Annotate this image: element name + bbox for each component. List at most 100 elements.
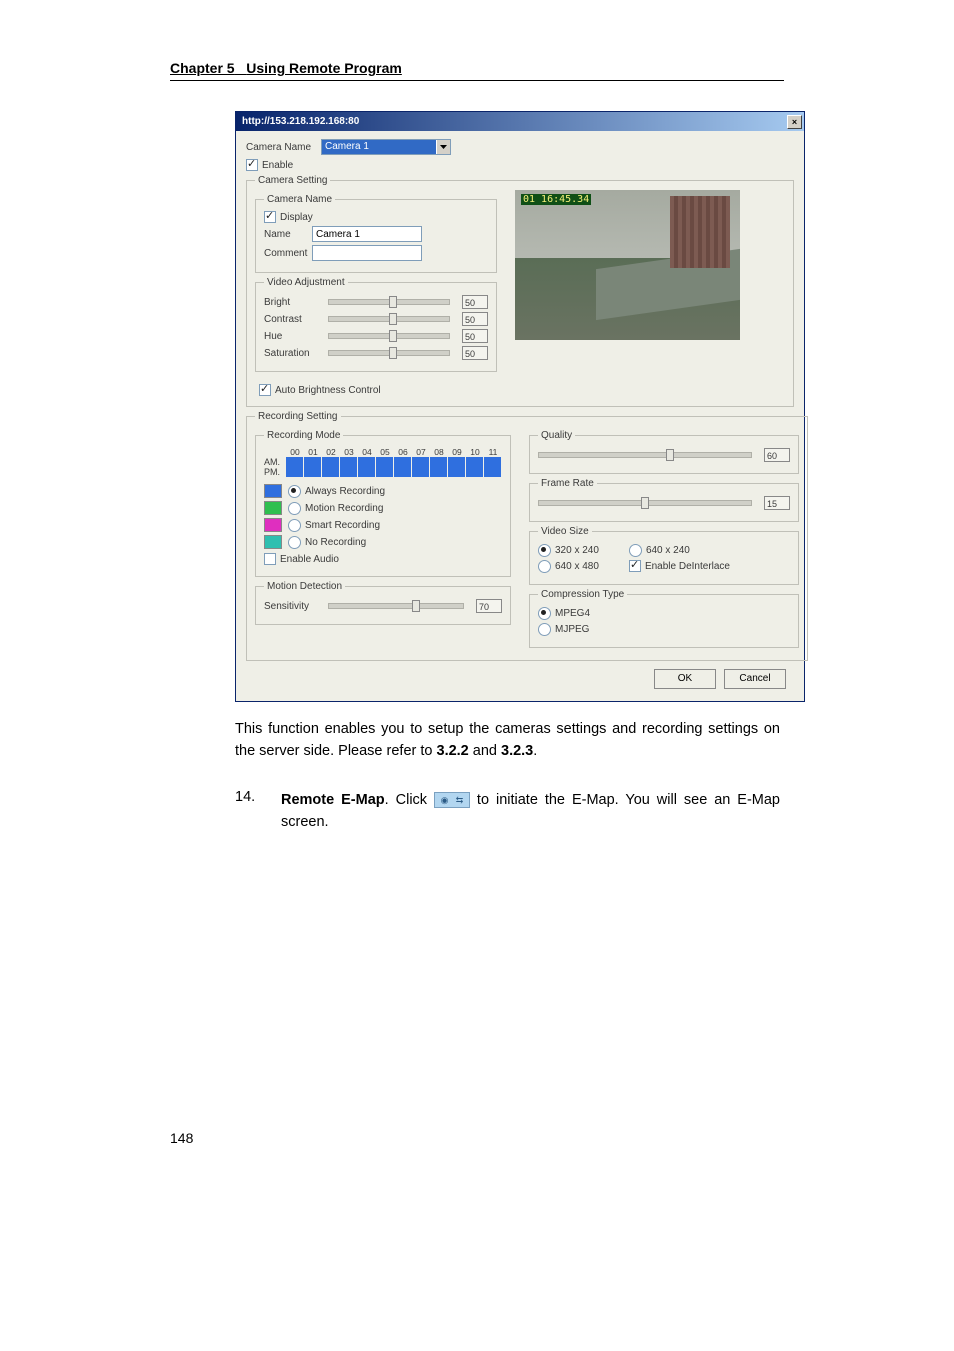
page-number: 148: [170, 1130, 193, 1146]
sensitivity-value[interactable]: 70: [476, 599, 502, 613]
cancel-button[interactable]: Cancel: [724, 669, 786, 689]
comment-input[interactable]: [312, 245, 422, 261]
am-schedule[interactable]: [286, 457, 502, 467]
enable-deinterlace-label: Enable DeInterlace: [645, 561, 730, 572]
videosize-legend: Video Size: [538, 526, 592, 537]
swatch-motion: [264, 501, 282, 515]
quality-slider[interactable]: [538, 452, 752, 458]
contrast-slider[interactable]: [328, 316, 450, 322]
compression-mjpeg-radio[interactable]: [538, 623, 551, 636]
videosize-640x480-label: 640 x 480: [555, 561, 599, 572]
item-number: 14.: [235, 789, 281, 834]
bright-value[interactable]: 50: [462, 295, 488, 309]
framerate-group: Frame Rate 15: [529, 478, 799, 522]
chapter-heading: Chapter 5 Using Remote Program: [170, 60, 402, 76]
videosize-320-radio[interactable]: [538, 544, 551, 557]
chapter-num: Chapter 5: [170, 60, 235, 76]
recording-mode-group: Recording Mode 000102030405060708091011: [255, 430, 511, 577]
compression-legend: Compression Type: [538, 589, 627, 600]
videosize-640x240-label: 640 x 240: [646, 545, 690, 556]
compression-mpeg4-label: MPEG4: [555, 608, 590, 619]
smart-recording-radio[interactable]: [288, 519, 301, 532]
motion-recording-label: Motion Recording: [305, 503, 383, 514]
saturation-value[interactable]: 50: [462, 346, 488, 360]
saturation-slider[interactable]: [328, 350, 450, 356]
contrast-label: Contrast: [264, 314, 322, 325]
chevron-down-icon: [436, 140, 450, 154]
sensitivity-label: Sensitivity: [264, 601, 322, 612]
motion-recording-radio[interactable]: [288, 502, 301, 515]
motion-detection-group: Motion Detection Sensitivity 70: [255, 581, 511, 625]
recording-mode-legend: Recording Mode: [264, 430, 343, 441]
enable-label: Enable: [262, 160, 293, 171]
sensitivity-slider[interactable]: [328, 603, 464, 609]
framerate-slider[interactable]: [538, 500, 752, 506]
swatch-smart: [264, 518, 282, 532]
close-icon[interactable]: ×: [787, 115, 802, 129]
camera-name-group: Camera Name Display Name: [255, 194, 497, 273]
compression-mpeg4-radio[interactable]: [538, 607, 551, 620]
saturation-label: Saturation: [264, 348, 322, 359]
framerate-value[interactable]: 15: [764, 496, 790, 510]
videosize-320-label: 320 x 240: [555, 545, 599, 556]
camera-preview: 01 16:45.34: [515, 190, 740, 340]
auto-brightness-label: Auto Brightness Control: [275, 385, 381, 396]
ok-button[interactable]: OK: [654, 669, 716, 689]
video-adjustment-group: Video Adjustment Bright 50 Contrast 50: [255, 277, 497, 372]
camera-name-value: Camera 1: [322, 140, 436, 154]
comment-label: Comment: [264, 248, 312, 259]
display-label: Display: [280, 212, 313, 223]
dialog-title: http://153.218.192.168:80: [242, 116, 359, 127]
enable-checkbox[interactable]: [246, 159, 258, 171]
camera-name-label: Camera Name: [246, 142, 321, 153]
display-checkbox[interactable]: [264, 211, 276, 223]
recording-setting-group: Recording Setting Recording Mode 0001020…: [246, 411, 808, 661]
emap-icon: ◉⇆: [434, 792, 470, 808]
preview-timestamp: 01 16:45.34: [521, 194, 591, 205]
hue-value[interactable]: 50: [462, 329, 488, 343]
camera-name-select[interactable]: Camera 1: [321, 139, 451, 155]
numbered-item-14: 14. Remote E-Map. Click ◉⇆ to initiate t…: [235, 789, 780, 834]
quality-value[interactable]: 60: [764, 448, 790, 462]
swatch-none: [264, 535, 282, 549]
item-title: Remote E-Map: [281, 792, 385, 808]
bright-slider[interactable]: [328, 299, 450, 305]
camera-settings-dialog: http://153.218.192.168:80 × Camera Name …: [235, 111, 805, 702]
camera-setting-legend: Camera Setting: [255, 175, 330, 186]
auto-brightness-checkbox[interactable]: [259, 384, 271, 396]
framerate-legend: Frame Rate: [538, 478, 597, 489]
schedule-hours: 000102030405060708091011: [286, 447, 502, 457]
hue-label: Hue: [264, 331, 322, 342]
always-recording-radio[interactable]: [288, 485, 301, 498]
enable-audio-checkbox[interactable]: [264, 553, 276, 565]
compression-group: Compression Type MPEG4 MJPEG: [529, 589, 799, 648]
pm-schedule[interactable]: [286, 467, 502, 477]
name-input[interactable]: [312, 226, 422, 242]
enable-audio-label: Enable Audio: [280, 554, 339, 565]
no-recording-label: No Recording: [305, 537, 366, 548]
hue-slider[interactable]: [328, 333, 450, 339]
dialog-titlebar: http://153.218.192.168:80 ×: [236, 112, 804, 131]
always-recording-label: Always Recording: [305, 486, 385, 497]
swatch-always: [264, 484, 282, 498]
enable-deinterlace-checkbox[interactable]: [629, 560, 641, 572]
camera-setting-group: Camera Setting Camera Name Display Name: [246, 175, 794, 407]
contrast-value[interactable]: 50: [462, 312, 488, 326]
recording-setting-legend: Recording Setting: [255, 411, 341, 422]
smart-recording-label: Smart Recording: [305, 520, 380, 531]
name-label: Name: [264, 229, 312, 240]
quality-legend: Quality: [538, 430, 575, 441]
motion-detection-legend: Motion Detection: [264, 581, 345, 592]
videosize-640x240-radio[interactable]: [629, 544, 642, 557]
quality-group: Quality 60: [529, 430, 799, 474]
videosize-640x480-radio[interactable]: [538, 560, 551, 573]
camera-name-inner-legend: Camera Name: [264, 194, 335, 205]
bright-label: Bright: [264, 297, 322, 308]
compression-mjpeg-label: MJPEG: [555, 624, 589, 635]
video-adjustment-legend: Video Adjustment: [264, 277, 348, 288]
am-label: AM.: [264, 457, 286, 467]
body-paragraph: This function enables you to setup the c…: [235, 718, 780, 763]
chapter-title: Using Remote Program: [246, 60, 402, 76]
no-recording-radio[interactable]: [288, 536, 301, 549]
videosize-group: Video Size 320 x 240 640 x 480 640 x 240…: [529, 526, 799, 585]
